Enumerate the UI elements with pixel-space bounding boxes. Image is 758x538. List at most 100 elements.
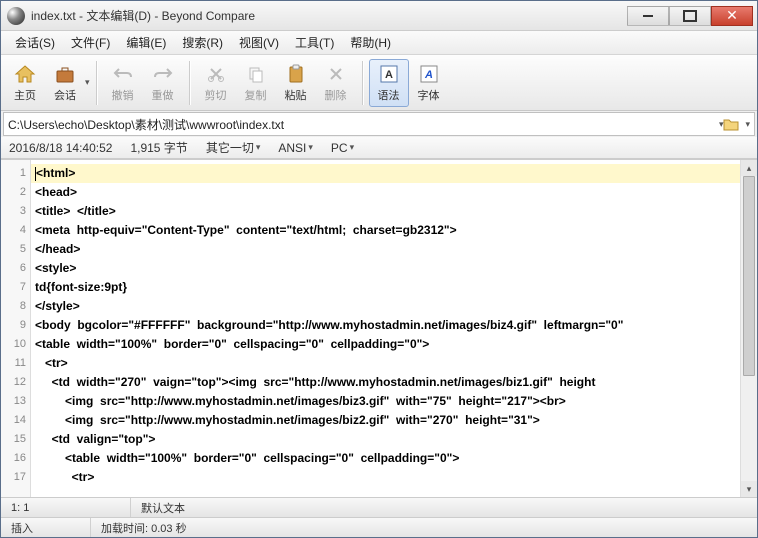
home-button[interactable]: 主页: [5, 59, 45, 107]
undo-icon: [112, 63, 134, 85]
scrollbar[interactable]: ▴ ▾: [740, 160, 757, 497]
code-line: <meta http-equiv="Content-Type" content=…: [35, 221, 740, 240]
delete-label: 删除: [325, 87, 347, 103]
font-button[interactable]: A 字体: [409, 59, 449, 107]
home-label: 主页: [14, 87, 36, 103]
copy-button[interactable]: 复制: [236, 59, 276, 107]
platform-dropdown[interactable]: PC▾: [331, 141, 354, 155]
file-size: 1,915 字节: [130, 139, 187, 156]
editor: 1234567891011121314151617 <html><head><t…: [1, 159, 757, 497]
code-line: </style>: [35, 297, 740, 316]
line-number: 16: [1, 449, 26, 468]
info-bar: 2016/8/18 14:40:52 1,915 字节 其它一切▾ ANSI▾ …: [1, 137, 757, 159]
undo-label: 撤销: [112, 87, 134, 103]
minimize-button[interactable]: [627, 6, 669, 26]
code-line: <td valign="top">: [35, 430, 740, 449]
file-path[interactable]: C:\Users\echo\Desktop\素材\测试\wwwroot\inde…: [8, 116, 719, 133]
browse-dropdown-icon[interactable]: ▾: [745, 119, 750, 130]
maximize-button[interactable]: [669, 6, 711, 26]
separator: [189, 61, 190, 105]
menu-file[interactable]: 文件(F): [63, 32, 118, 53]
menu-help[interactable]: 帮助(H): [342, 32, 399, 53]
paste-button[interactable]: 粘贴: [276, 59, 316, 107]
encoding-dropdown[interactable]: ANSI▾: [278, 141, 313, 155]
code-line: <html>: [31, 164, 740, 183]
app-window: index.txt - 文本编辑(D) - Beyond Compare ✕ 会…: [0, 0, 758, 538]
code-line: <title> </title>: [35, 202, 740, 221]
delete-button[interactable]: 删除: [316, 59, 356, 107]
menu-edit[interactable]: 编辑(E): [118, 32, 174, 53]
code-area[interactable]: <html><head><title> </title><meta http-e…: [31, 160, 740, 497]
separator: [362, 61, 363, 105]
redo-label: 重做: [152, 87, 174, 103]
status-bar-2: 插入 加载时间: 0.03 秒: [1, 517, 757, 537]
code-line: <img src="http://www.myhostadmin.net/ima…: [35, 392, 740, 411]
line-number: 7: [1, 278, 26, 297]
code-line: <style>: [35, 259, 740, 278]
insert-mode: 插入: [1, 518, 91, 537]
chevron-down-icon: ▾: [256, 142, 261, 153]
chevron-down-icon: ▾: [308, 142, 313, 153]
line-number: 15: [1, 430, 26, 449]
line-number: 14: [1, 411, 26, 430]
cut-button[interactable]: 剪切: [196, 59, 236, 107]
line-number: 11: [1, 354, 26, 373]
line-number: 17: [1, 468, 26, 487]
redo-button[interactable]: 重做: [143, 59, 183, 107]
scroll-down-icon[interactable]: ▾: [741, 481, 757, 497]
line-number: 12: [1, 373, 26, 392]
scissors-icon: [205, 63, 227, 85]
toolbar: 主页 会话 ▾ 撤销 重做 剪切: [1, 55, 757, 111]
code-line: <img src="http://www.myhostadmin.net/ima…: [35, 411, 740, 430]
line-number: 4: [1, 221, 26, 240]
menu-search[interactable]: 搜索(R): [174, 32, 231, 53]
font-label: 字体: [418, 87, 440, 103]
copy-icon: [245, 63, 267, 85]
separator: [96, 61, 97, 105]
menu-view[interactable]: 视图(V): [231, 32, 287, 53]
line-number: 9: [1, 316, 26, 335]
syntax-icon: A: [378, 63, 400, 85]
menu-tools[interactable]: 工具(T): [287, 32, 342, 53]
scrollbar-thumb[interactable]: [743, 176, 755, 376]
line-number: 5: [1, 240, 26, 259]
delete-icon: [325, 63, 347, 85]
window-title: index.txt - 文本编辑(D) - Beyond Compare: [31, 7, 627, 24]
paste-label: 粘贴: [285, 87, 307, 103]
code-line: <tr>: [35, 354, 740, 373]
line-number: 8: [1, 297, 26, 316]
file-mode: 默认文本: [131, 498, 757, 517]
chevron-down-icon: ▾: [350, 142, 355, 153]
session-button[interactable]: 会话: [45, 59, 85, 107]
cursor-position: 1: 1: [1, 498, 131, 517]
syntax-button[interactable]: A 语法: [369, 59, 409, 107]
app-icon: [7, 7, 25, 25]
code-line: <tr>: [35, 468, 740, 487]
line-number: 13: [1, 392, 26, 411]
scroll-up-icon[interactable]: ▴: [741, 160, 757, 176]
dropdown-icon[interactable]: ▾: [85, 77, 90, 88]
load-time: 加载时间: 0.03 秒: [91, 518, 757, 537]
line-number: 3: [1, 202, 26, 221]
session-label: 会话: [54, 87, 76, 103]
timestamp: 2016/8/18 14:40:52: [9, 141, 112, 155]
undo-button[interactable]: 撤销: [103, 59, 143, 107]
font-icon: A: [418, 63, 440, 85]
code-line: </head>: [35, 240, 740, 259]
menu-session[interactable]: 会话(S): [7, 32, 63, 53]
line-number: 1: [1, 164, 26, 183]
filter-dropdown[interactable]: 其它一切▾: [206, 139, 261, 156]
code-line: td{font-size:9pt}: [35, 278, 740, 297]
clipboard-icon: [285, 63, 307, 85]
code-line: <table width="100%" border="0" cellspaci…: [35, 449, 740, 468]
line-number: 10: [1, 335, 26, 354]
code-line: <body bgcolor="#FFFFFF" background="http…: [35, 316, 740, 335]
briefcase-icon: [54, 63, 76, 85]
redo-icon: [152, 63, 174, 85]
code-line: <td width="270" vaign="top"><img src="ht…: [35, 373, 740, 392]
browse-icon[interactable]: [723, 116, 739, 132]
close-button[interactable]: ✕: [711, 6, 753, 26]
svg-text:A: A: [385, 69, 393, 81]
status-bar-1: 1: 1 默认文本: [1, 497, 757, 517]
menubar: 会话(S) 文件(F) 编辑(E) 搜索(R) 视图(V) 工具(T) 帮助(H…: [1, 31, 757, 55]
